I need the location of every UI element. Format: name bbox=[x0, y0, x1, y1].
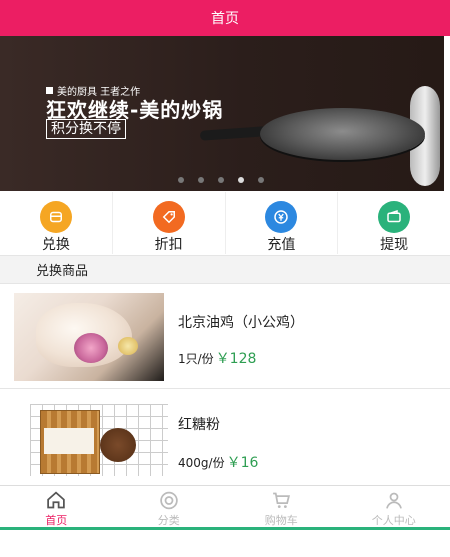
nav-item-profile[interactable]: 个人中心 bbox=[338, 486, 450, 528]
quick-actions: 兑换 折扣 充值 提现 bbox=[0, 192, 450, 254]
nav-label: 购物车 bbox=[264, 514, 298, 527]
product-item[interactable]: 红糖粉 400g/份 ￥16 bbox=[0, 390, 450, 485]
quick-action-label: 兑换 bbox=[41, 237, 70, 253]
product-name: 红糖粉 bbox=[178, 417, 220, 433]
product-image bbox=[14, 293, 164, 381]
brown-sugar-image bbox=[100, 428, 136, 462]
app-header: 首页 bbox=[0, 0, 450, 36]
product-price-value: ￥16 bbox=[226, 455, 259, 471]
discount-tag-icon bbox=[152, 201, 185, 233]
category-target-icon bbox=[160, 491, 178, 510]
flower-garnish-image bbox=[118, 337, 138, 355]
product-name: 北京油鸡（小公鸡） bbox=[178, 315, 304, 331]
quick-action-exchange[interactable]: 兑换 bbox=[0, 192, 113, 254]
pagination-dot[interactable] bbox=[258, 177, 264, 183]
promo-banner[interactable]: 美的厨具 王者之作 狂欢继续-美的炒锅 积分换不停 bbox=[0, 36, 444, 191]
nav-item-category[interactable]: 分类 bbox=[113, 486, 226, 528]
nav-item-cart[interactable]: 购物车 bbox=[225, 486, 338, 528]
flower-garnish-image bbox=[74, 333, 108, 363]
recharge-yen-icon bbox=[265, 201, 298, 233]
exchange-icon bbox=[39, 201, 72, 233]
section-title: 兑换商品 bbox=[0, 255, 450, 284]
square-icon bbox=[46, 87, 53, 94]
home-icon bbox=[47, 491, 65, 509]
product-price: 1只/份 ￥128 bbox=[178, 348, 256, 368]
product-image bbox=[30, 404, 168, 476]
product-unit: 1只/份 bbox=[178, 352, 214, 366]
wallet-icon bbox=[378, 201, 411, 233]
pagination-dot[interactable] bbox=[178, 177, 184, 183]
product-unit: 400g/份 bbox=[178, 456, 225, 470]
sugar-box-label bbox=[44, 428, 94, 454]
quick-action-label: 提现 bbox=[380, 237, 409, 253]
quick-action-withdraw[interactable]: 提现 bbox=[338, 192, 450, 254]
quick-action-recharge[interactable]: 充值 bbox=[226, 192, 339, 254]
quick-action-label: 折扣 bbox=[154, 237, 183, 253]
pagination-dot[interactable] bbox=[198, 177, 204, 183]
product-price-value: ￥128 bbox=[215, 351, 257, 367]
banner-tag: 积分换不停 bbox=[46, 119, 126, 139]
pagination-dot[interactable] bbox=[218, 177, 224, 183]
product-item[interactable]: 北京油鸡（小公鸡） 1只/份 ￥128 bbox=[0, 286, 450, 389]
quick-action-label: 充值 bbox=[267, 237, 296, 253]
wok-image bbox=[260, 108, 425, 160]
nav-label: 个人中心 bbox=[371, 514, 416, 527]
quick-action-discount[interactable]: 折扣 bbox=[113, 192, 226, 254]
bottom-nav: 首页 分类 购物车 个人中心 bbox=[0, 485, 450, 528]
nav-label: 首页 bbox=[45, 514, 68, 527]
page-title: 首页 bbox=[211, 11, 239, 27]
cart-icon bbox=[273, 492, 291, 509]
bottom-spacer bbox=[0, 530, 450, 557]
nav-label: 分类 bbox=[157, 514, 180, 527]
nav-item-home[interactable]: 首页 bbox=[0, 486, 113, 528]
pagination-dot-active[interactable] bbox=[238, 177, 244, 183]
banner-pagination[interactable] bbox=[178, 177, 264, 183]
user-icon bbox=[385, 492, 402, 509]
product-price: 400g/份 ￥16 bbox=[178, 452, 258, 472]
